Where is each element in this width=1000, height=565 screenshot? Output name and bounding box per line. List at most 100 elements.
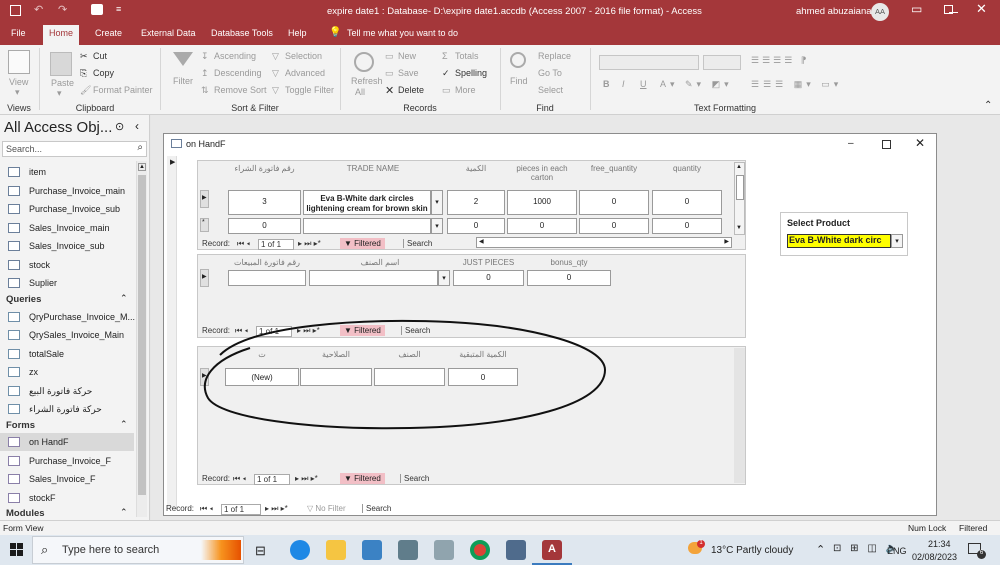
remove-sort-button[interactable]: Remove Sort bbox=[214, 85, 267, 95]
snipping-tool-icon[interactable] bbox=[434, 540, 454, 560]
chevron-down-icon[interactable]: ▾ bbox=[431, 190, 443, 215]
cell-free-quantity[interactable]: 0 bbox=[579, 190, 649, 215]
form-view-icon[interactable] bbox=[91, 4, 103, 15]
font-size-select[interactable] bbox=[703, 55, 741, 70]
subform-hscrollbar[interactable]: ◀ ▶ bbox=[476, 237, 732, 248]
access-icon[interactable]: A bbox=[542, 540, 562, 560]
nav-item-table-sales-invoice-main[interactable]: Sales_Invoice_main bbox=[0, 219, 134, 237]
language-indicator[interactable]: ENG bbox=[887, 546, 907, 556]
nav-item-table-stock[interactable]: stock bbox=[0, 256, 134, 274]
filtered-button[interactable]: ▼ Filtered bbox=[340, 473, 385, 484]
save-record-button[interactable]: Save bbox=[398, 68, 419, 78]
nav-section-queries[interactable]: Queries bbox=[6, 294, 41, 305]
cell-just-pieces[interactable]: 0 bbox=[453, 270, 524, 286]
nav-menu-icon[interactable]: ⊙ bbox=[115, 120, 124, 133]
find-button[interactable]: Find bbox=[510, 76, 528, 86]
select-button[interactable]: Select bbox=[538, 85, 563, 95]
cell-trade-name[interactable]: Eva B-White dark circles lightening crea… bbox=[303, 190, 431, 215]
paste-button[interactable]: Paste bbox=[51, 78, 74, 88]
nav-item-table-suplier[interactable]: Suplier bbox=[0, 274, 134, 292]
maximize-button[interactable] bbox=[944, 5, 953, 14]
tell-me-input[interactable]: Tell me what you want to do bbox=[347, 28, 458, 38]
save-icon[interactable] bbox=[10, 5, 21, 16]
subform-vscrollbar[interactable] bbox=[734, 348, 745, 483]
undo-icon[interactable]: ↶ bbox=[34, 3, 43, 16]
bold-button[interactable]: B bbox=[603, 79, 610, 89]
filter-button[interactable]: Filter bbox=[173, 76, 193, 86]
chevron-up-icon[interactable]: ⌃ bbox=[120, 419, 128, 430]
more-button[interactable]: More bbox=[455, 85, 476, 95]
nav-item-query-6[interactable]: حركة فاتورة الشراء bbox=[0, 400, 134, 418]
cell-new-pieces[interactable]: 0 bbox=[507, 218, 577, 234]
subform-vscrollbar[interactable]: ▲ ▼ bbox=[734, 162, 745, 235]
underline-button[interactable]: U bbox=[640, 79, 647, 89]
tab-help[interactable]: Help bbox=[288, 28, 307, 38]
nav-item-table-purchase-invoice-main[interactable]: Purchase_Invoice_main bbox=[0, 182, 134, 200]
app-icon[interactable] bbox=[506, 540, 526, 560]
record-search-input[interactable]: Search bbox=[400, 474, 450, 483]
cell-qty[interactable]: 2 bbox=[447, 190, 505, 215]
chevron-down-icon[interactable]: ▾ bbox=[891, 234, 903, 248]
windows-start-icon[interactable] bbox=[10, 543, 23, 556]
toggle-filter-button[interactable]: Toggle Filter bbox=[285, 85, 334, 95]
nav-scrollbar[interactable]: ▲ bbox=[136, 161, 147, 517]
cell-new-free-quantity[interactable]: 0 bbox=[579, 218, 649, 234]
nav-item-query-3[interactable]: totalSale bbox=[0, 345, 134, 363]
record-position-input[interactable]: 1 of 1 bbox=[254, 474, 290, 485]
redo-icon[interactable]: ↷ bbox=[58, 3, 67, 16]
chevron-up-icon[interactable]: ⌃ bbox=[120, 293, 128, 304]
cell-bonus-qty[interactable]: 0 bbox=[527, 270, 611, 286]
chevron-up-icon[interactable]: ⌃ bbox=[816, 543, 825, 556]
cell-new-quantity[interactable]: 0 bbox=[652, 218, 722, 234]
cell-item-name[interactable] bbox=[309, 270, 438, 286]
first-record-button[interactable]: ⏮ ◂ bbox=[237, 239, 250, 249]
record-search-input[interactable]: Search bbox=[403, 239, 453, 248]
new-row-selector[interactable]: * bbox=[200, 218, 209, 232]
qat-customize-icon[interactable]: ≡ bbox=[116, 4, 121, 14]
filtered-button[interactable]: ▼ Filtered bbox=[340, 238, 385, 249]
form-record-selector[interactable]: ▶ bbox=[167, 156, 177, 509]
nav-title[interactable]: All Access Obj... bbox=[4, 119, 112, 136]
view-button[interactable]: View bbox=[9, 77, 28, 87]
nav-item-query-5[interactable]: حركة فاتورة البيع bbox=[0, 382, 134, 400]
cell-purchase-invoice-no[interactable]: 3 bbox=[228, 190, 301, 215]
clock-date[interactable]: 02/08/2023 bbox=[912, 552, 957, 562]
tab-file[interactable]: File bbox=[11, 28, 26, 38]
first-record-button[interactable]: ⏮ ◂ bbox=[233, 474, 246, 484]
row-selector[interactable]: ▶ bbox=[200, 190, 209, 208]
ascending-button[interactable]: Ascending bbox=[214, 51, 256, 61]
copy-button[interactable]: Copy bbox=[93, 68, 114, 78]
task-view-icon[interactable]: ⊟ bbox=[255, 543, 266, 559]
nav-item-form-stockf[interactable]: stockF bbox=[0, 489, 134, 507]
record-search-input[interactable]: Search bbox=[362, 504, 412, 513]
next-record-button[interactable]: ▸ ⏭ ▸* bbox=[298, 239, 321, 249]
first-record-button[interactable]: ⏮ ◂ bbox=[200, 504, 213, 514]
chrome-icon[interactable] bbox=[470, 540, 490, 560]
nav-item-table-item[interactable]: item bbox=[0, 163, 134, 181]
chevron-up-icon[interactable]: ⌃ bbox=[120, 507, 128, 518]
taskbar-search-input[interactable]: ⌕ Type here to search bbox=[32, 536, 244, 564]
tab-home[interactable]: Home bbox=[43, 25, 80, 45]
tab-database-tools[interactable]: Database Tools bbox=[211, 28, 273, 38]
row-selector[interactable]: ▶ bbox=[200, 269, 209, 287]
cell-new-qty[interactable]: 0 bbox=[447, 218, 505, 234]
nav-section-modules[interactable]: Modules bbox=[6, 508, 45, 519]
goto-button[interactable]: Go To bbox=[538, 68, 562, 78]
next-record-button[interactable]: ▸ ⏭ ▸* bbox=[265, 504, 288, 514]
cell-quantity[interactable]: 0 bbox=[652, 190, 722, 215]
new-record-button[interactable]: New bbox=[398, 51, 416, 61]
cell-new-purchase-invoice-no[interactable]: 0 bbox=[228, 218, 301, 234]
select-product-combo[interactable]: Eva B-White dark circ bbox=[787, 234, 891, 248]
avatar[interactable]: AA bbox=[871, 3, 889, 21]
nav-item-query-4[interactable]: zx bbox=[0, 363, 134, 381]
delete-button[interactable]: Delete bbox=[398, 85, 424, 95]
replace-button[interactable]: Replace bbox=[538, 51, 571, 61]
clock-time[interactable]: 21:34 bbox=[928, 539, 951, 549]
form-minimize-button[interactable]: – bbox=[848, 138, 854, 149]
weather-text[interactable]: 13°C Partly cloudy bbox=[711, 545, 793, 556]
advanced-button[interactable]: Advanced bbox=[285, 68, 325, 78]
selection-button[interactable]: Selection bbox=[285, 51, 322, 61]
nav-section-forms[interactable]: Forms bbox=[6, 420, 35, 431]
nav-item-query-1[interactable]: QryPurchase_Invoice_M... bbox=[0, 308, 135, 326]
form-close-button[interactable]: ✕ bbox=[915, 136, 925, 150]
